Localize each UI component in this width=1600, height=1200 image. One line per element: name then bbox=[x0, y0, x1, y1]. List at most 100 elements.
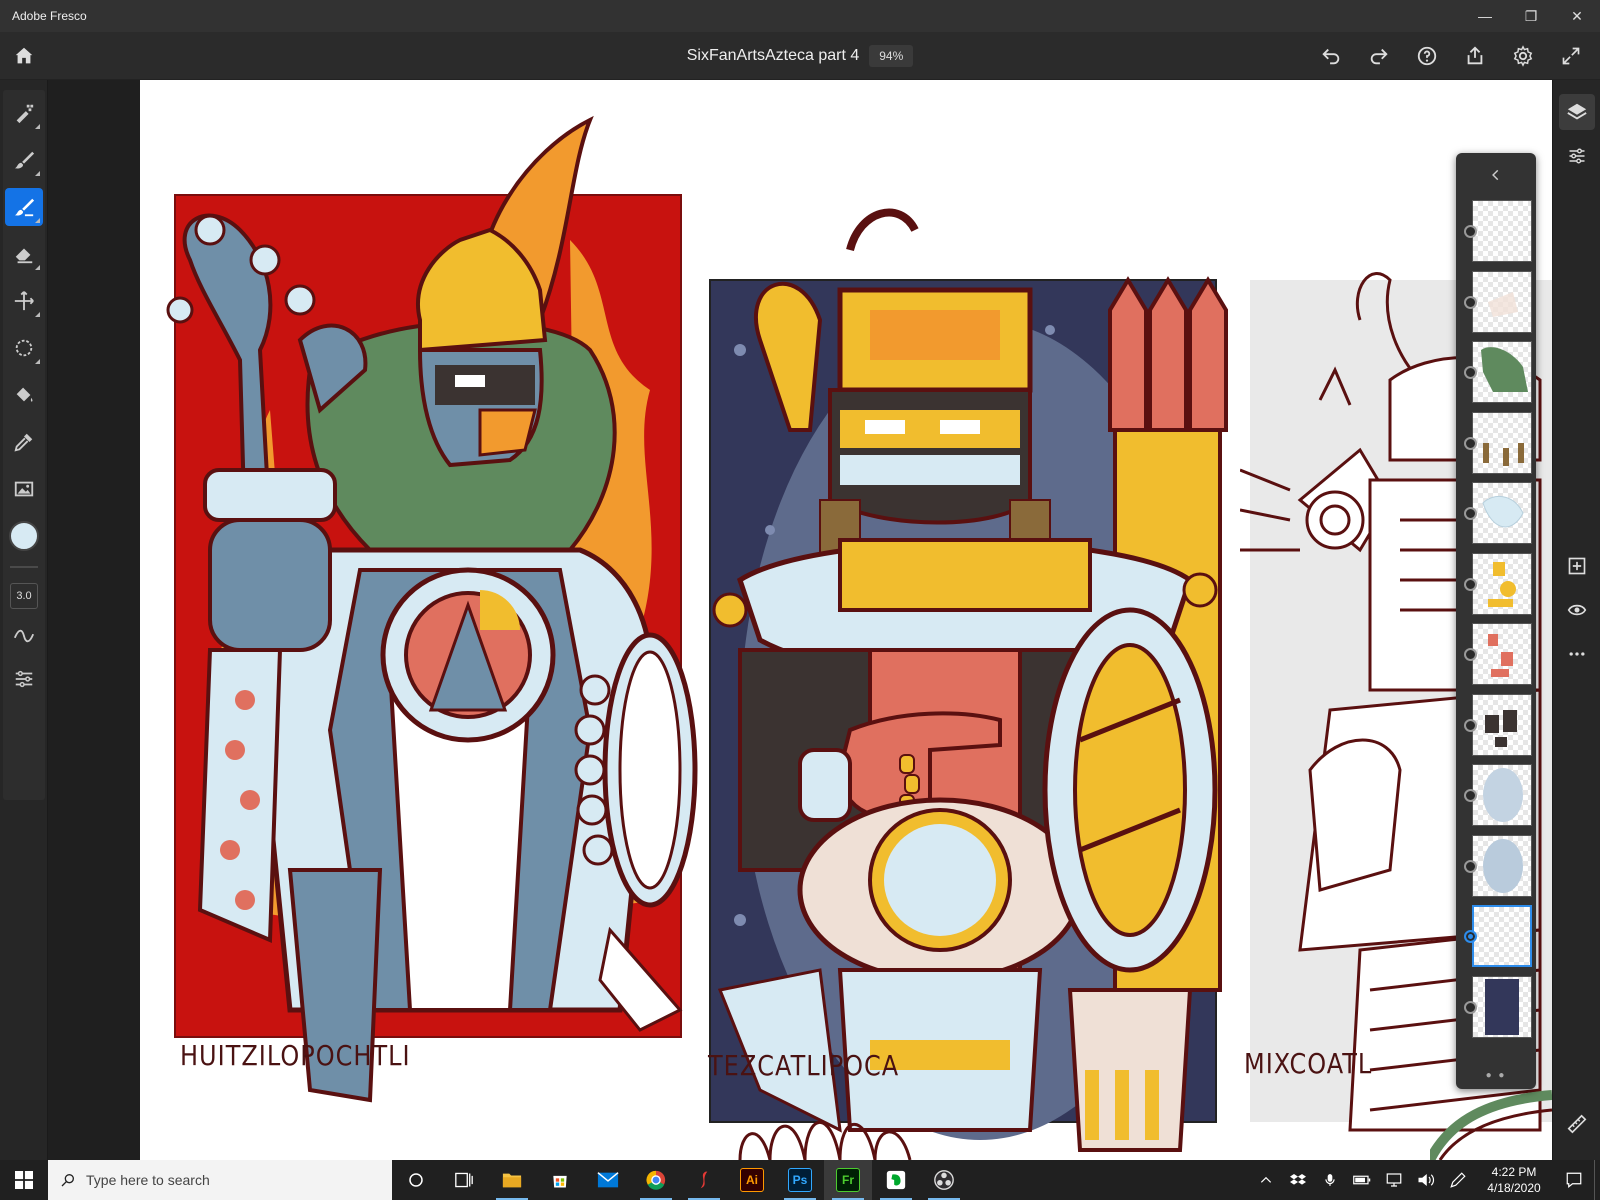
layer-row[interactable] bbox=[1460, 620, 1532, 688]
layers-pager[interactable]: ● ● bbox=[1456, 1070, 1536, 1081]
pixel-brush-tool[interactable] bbox=[5, 94, 43, 132]
obs-button[interactable] bbox=[920, 1160, 968, 1200]
fullscreen-button[interactable] bbox=[1550, 36, 1592, 76]
share-button[interactable] bbox=[1454, 36, 1496, 76]
app-name: Adobe Fresco bbox=[12, 9, 87, 23]
image-icon bbox=[14, 481, 34, 497]
more-options-button[interactable] bbox=[1559, 636, 1595, 672]
layer-thumbnail[interactable] bbox=[1472, 693, 1532, 756]
task-view-button[interactable] bbox=[440, 1160, 488, 1200]
artboard[interactable]: HUITZILOPOCHTLI TEZCATLIPOCA MIXCOATL bbox=[140, 80, 1552, 1160]
pen-tray-button[interactable] bbox=[1442, 1160, 1474, 1200]
clock-date: 4/18/2020 bbox=[1487, 1181, 1541, 1195]
illustrator-button[interactable]: Ai bbox=[728, 1160, 776, 1200]
layer-thumbnail[interactable] bbox=[1472, 482, 1532, 544]
help-button[interactable] bbox=[1406, 36, 1448, 76]
store-button[interactable] bbox=[536, 1160, 584, 1200]
layer-row[interactable] bbox=[1460, 761, 1532, 829]
layer-properties-button[interactable] bbox=[1559, 138, 1595, 174]
tool-options-tool[interactable] bbox=[5, 660, 43, 698]
layer-select-radio[interactable] bbox=[1464, 436, 1477, 450]
evernote-button[interactable] bbox=[872, 1160, 920, 1200]
eyedropper-tool[interactable] bbox=[5, 423, 43, 461]
zoom-level[interactable]: 94% bbox=[869, 45, 914, 67]
network-tray-button[interactable] bbox=[1378, 1160, 1410, 1200]
tray-overflow-button[interactable] bbox=[1250, 1160, 1282, 1200]
mail-button[interactable] bbox=[584, 1160, 632, 1200]
layer-select-radio[interactable] bbox=[1464, 295, 1477, 309]
chrome-button[interactable] bbox=[632, 1160, 680, 1200]
battery-tray-button[interactable] bbox=[1346, 1160, 1378, 1200]
layers-button[interactable] bbox=[1559, 94, 1595, 130]
show-desktop-button[interactable] bbox=[1594, 1160, 1600, 1200]
sketchbook-button[interactable] bbox=[680, 1160, 728, 1200]
add-layer-button[interactable] bbox=[1559, 548, 1595, 584]
canvas-area[interactable]: HUITZILOPOCHTLI TEZCATLIPOCA MIXCOATL bbox=[48, 80, 1552, 1160]
ruler-button[interactable] bbox=[1559, 1106, 1595, 1142]
layer-thumbnail[interactable] bbox=[1472, 764, 1532, 826]
layer-row[interactable] bbox=[1460, 479, 1532, 547]
selection-tool[interactable] bbox=[5, 329, 43, 367]
redo-button[interactable] bbox=[1358, 36, 1400, 76]
layer-select-radio[interactable] bbox=[1464, 930, 1477, 943]
fill-tool[interactable] bbox=[5, 376, 43, 414]
vector-brush-tool[interactable] bbox=[5, 188, 43, 226]
layer-select-radio[interactable] bbox=[1464, 648, 1477, 661]
layer-thumbnail[interactable] bbox=[1472, 411, 1532, 474]
visibility-button[interactable] bbox=[1559, 592, 1595, 628]
action-center-button[interactable] bbox=[1554, 1160, 1594, 1200]
layer-select-radio[interactable] bbox=[1464, 225, 1477, 238]
close-button[interactable]: ✕ bbox=[1554, 0, 1600, 32]
layer-thumbnail[interactable] bbox=[1472, 341, 1532, 403]
home-button[interactable] bbox=[8, 40, 40, 72]
layer-select-radio[interactable] bbox=[1464, 718, 1477, 732]
dropbox-tray-button[interactable] bbox=[1282, 1160, 1314, 1200]
layer-select-radio[interactable] bbox=[1464, 507, 1477, 520]
file-explorer-button[interactable] bbox=[488, 1160, 536, 1200]
app-header: SixFanArtsAzteca part 4 94% bbox=[0, 32, 1600, 80]
layer-thumbnail[interactable] bbox=[1472, 270, 1532, 333]
layer-select-radio[interactable] bbox=[1464, 1000, 1477, 1014]
layer-thumbnail[interactable] bbox=[1472, 623, 1532, 685]
minimize-button[interactable]: — bbox=[1462, 0, 1508, 32]
start-button[interactable] bbox=[0, 1160, 48, 1200]
layer-row[interactable] bbox=[1460, 550, 1532, 618]
layer-thumbnail[interactable] bbox=[1472, 552, 1532, 615]
live-brush-tool[interactable] bbox=[5, 141, 43, 179]
brush-settings-tool[interactable] bbox=[5, 617, 43, 655]
layer-row[interactable] bbox=[1460, 409, 1532, 477]
place-image-tool[interactable] bbox=[5, 470, 43, 508]
eraser-tool[interactable] bbox=[5, 235, 43, 273]
layer-row[interactable] bbox=[1460, 832, 1532, 900]
layer-select-radio[interactable] bbox=[1464, 859, 1477, 873]
cortana-button[interactable] bbox=[392, 1160, 440, 1200]
maximize-button[interactable]: ❐ bbox=[1508, 0, 1554, 32]
taskbar-clock[interactable]: 4:22 PM 4/18/2020 bbox=[1474, 1160, 1554, 1200]
search-input[interactable] bbox=[86, 1172, 366, 1188]
document-title[interactable]: SixFanArtsAzteca part 4 bbox=[687, 47, 860, 65]
layer-row[interactable] bbox=[1460, 268, 1532, 336]
undo-button[interactable] bbox=[1310, 36, 1352, 76]
layer-row[interactable] bbox=[1460, 973, 1532, 1041]
photoshop-button[interactable]: Ps bbox=[776, 1160, 824, 1200]
transform-tool[interactable] bbox=[5, 282, 43, 320]
layer-select-radio[interactable] bbox=[1464, 789, 1477, 802]
settings-button[interactable] bbox=[1502, 36, 1544, 76]
collapse-layers-button[interactable] bbox=[1456, 159, 1536, 191]
volume-tray-button[interactable] bbox=[1410, 1160, 1442, 1200]
brush-size-field[interactable]: 3.0 bbox=[10, 583, 38, 609]
taskbar-search[interactable] bbox=[48, 1160, 392, 1200]
layer-row[interactable] bbox=[1460, 902, 1532, 970]
color-swatch[interactable] bbox=[9, 521, 39, 551]
layer-thumbnail[interactable] bbox=[1472, 200, 1532, 262]
layer-row[interactable] bbox=[1460, 691, 1532, 759]
layer-row[interactable] bbox=[1460, 197, 1532, 265]
layer-thumbnail[interactable] bbox=[1472, 834, 1532, 897]
layer-select-radio[interactable] bbox=[1464, 366, 1477, 379]
fresco-button[interactable]: Fr bbox=[824, 1160, 872, 1200]
microphone-tray-button[interactable] bbox=[1314, 1160, 1346, 1200]
layer-thumbnail[interactable] bbox=[1472, 905, 1532, 967]
layer-thumbnail[interactable] bbox=[1472, 975, 1532, 1038]
layer-row[interactable] bbox=[1460, 338, 1532, 406]
layer-select-radio[interactable] bbox=[1464, 577, 1477, 591]
